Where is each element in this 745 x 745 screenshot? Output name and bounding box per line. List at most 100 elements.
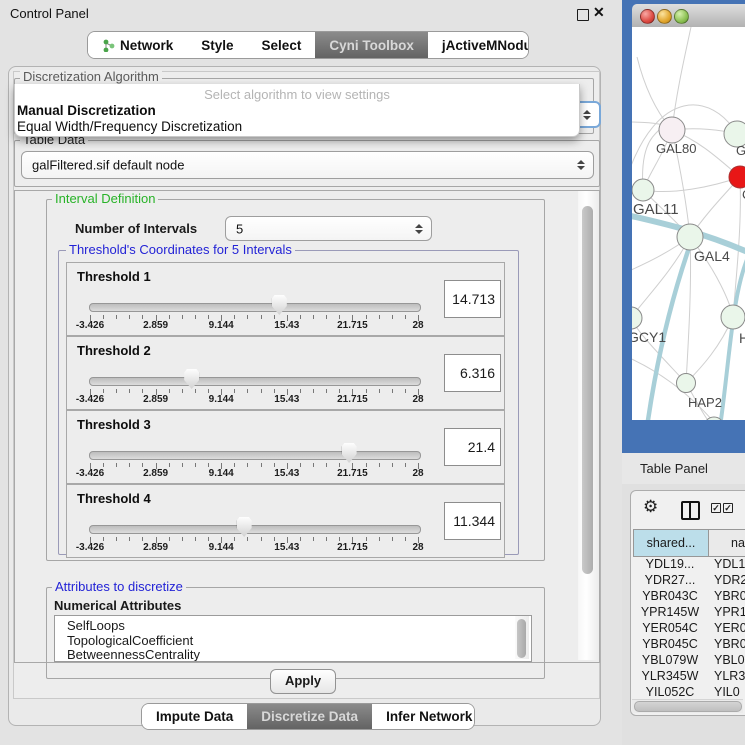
table-row[interactable]: YDR27...YDR2: [632, 573, 745, 589]
threshold-value-field[interactable]: 6.316: [444, 354, 501, 392]
table-row[interactable]: YDL19...YDL1: [632, 557, 745, 573]
tab-network[interactable]: Network: [88, 32, 187, 58]
tab-infer-network[interactable]: Infer Network: [372, 704, 475, 729]
numerical-attributes-label: Numerical Attributes: [54, 598, 181, 613]
slider-tick: [405, 463, 406, 467]
minimize-traffic-light-icon[interactable]: [657, 9, 672, 24]
network-canvas[interactable]: GAL80 G. C GAL11 GAL4 GCY1 H HAP2: [632, 27, 745, 420]
float-window-icon[interactable]: [577, 9, 589, 21]
slider-tick: [103, 389, 104, 393]
checkbox-icon[interactable]: ✓: [723, 503, 733, 513]
tab-cyni-toolbox[interactable]: Cyni Toolbox: [315, 32, 428, 58]
zoom-traffic-light-icon[interactable]: [674, 9, 689, 24]
horizontal-scrollbar-thumb[interactable]: [634, 701, 742, 712]
slider-tick-label: 2.859: [143, 320, 168, 331]
slider-thumb[interactable]: [184, 369, 199, 389]
slider-tick: [261, 537, 262, 541]
tab-select[interactable]: Select: [248, 32, 316, 58]
slider-tick: [261, 315, 262, 319]
slider-tick: [339, 463, 340, 467]
checkbox-icon[interactable]: ✓: [711, 503, 721, 513]
table-row[interactable]: YBR045CYBR0: [632, 637, 745, 653]
slider-track[interactable]: [89, 303, 421, 312]
table-row[interactable]: YBL079WYBL0: [632, 653, 745, 669]
slider-tick-label: 9.144: [209, 320, 234, 331]
screenshot-root: { "window": { "title": "Control Panel" }…: [0, 0, 745, 745]
slider-tick: [274, 389, 275, 393]
table-row[interactable]: YER054CYER0: [632, 621, 745, 637]
slider-tick: [208, 389, 209, 393]
cell-name: YPR1: [708, 605, 745, 621]
slider-tick: [379, 315, 380, 319]
cell-shared-name: YPR145W: [632, 605, 708, 621]
slider-tick: [339, 537, 340, 541]
slider-tick: [274, 315, 275, 319]
slider-thumb[interactable]: [272, 295, 287, 315]
column-header-name[interactable]: na: [708, 529, 745, 557]
slider-track[interactable]: [89, 451, 421, 460]
tab-jactivemnodules[interactable]: jActiveMNodules: [428, 32, 529, 58]
node-right-mid: [721, 305, 745, 329]
table-data-combobox[interactable]: galFiltered.sif default node: [21, 151, 594, 179]
cell-name: YIL0: [708, 685, 745, 698]
threshold-value-field[interactable]: 21.4: [444, 428, 501, 466]
slider-track[interactable]: [89, 525, 421, 534]
tab-impute-data[interactable]: Impute Data: [142, 704, 247, 729]
table-row[interactable]: YBR043CYBR0: [632, 589, 745, 605]
attribute-list-item-betweennesscentrality[interactable]: BetweennessCentrality: [67, 647, 200, 662]
slider-tick-label: 15.43: [274, 320, 299, 331]
slider-tick: [313, 315, 314, 319]
split-columns-icon[interactable]: [681, 501, 700, 520]
slider-tick: [326, 315, 327, 319]
vertical-scrollbar-thumb[interactable]: [582, 206, 593, 574]
column-header-shared-name[interactable]: shared...: [633, 529, 709, 557]
slider-tick: [313, 463, 314, 467]
threshold-value-field[interactable]: 11.344: [444, 502, 501, 540]
table-row[interactable]: YPR145WYPR1: [632, 605, 745, 621]
slider-tick: [379, 389, 380, 393]
table-row[interactable]: YIL052CYIL0: [632, 685, 745, 698]
slider-tick: [103, 463, 104, 467]
tab-label: Select: [262, 38, 302, 53]
slider-tick: [326, 389, 327, 393]
cell-name: YBR0: [708, 589, 745, 605]
slider-tick-label: 28: [412, 468, 423, 479]
slider-tick: [195, 315, 196, 319]
slider-tick: [366, 389, 367, 393]
dropdown-option-manual-discretization[interactable]: Manual Discretization: [17, 103, 156, 118]
node-label-gcy1: GCY1: [632, 329, 666, 345]
combo-arrows-icon: [577, 160, 585, 170]
tab-discretize-data[interactable]: Discretize Data: [247, 704, 372, 729]
number-of-intervals-combobox[interactable]: 5: [225, 216, 432, 241]
threshold-label: Threshold 4: [77, 491, 151, 506]
attribute-list-item-selfloops[interactable]: SelfLoops: [67, 618, 125, 633]
slider-thumb[interactable]: [342, 443, 357, 463]
combo-arrows-icon: [583, 110, 591, 120]
slider-track[interactable]: [89, 377, 421, 386]
numerical-attributes-list: SelfLoopsTopologicalCoefficientBetweenne…: [54, 615, 532, 662]
attributes-scrollbar-thumb[interactable]: [517, 619, 526, 658]
slider-tick: [379, 463, 380, 467]
tab-label: jActiveMNodules: [442, 38, 529, 53]
slider-tick: [247, 389, 248, 393]
slider-thumb[interactable]: [237, 517, 252, 537]
close-traffic-light-icon[interactable]: [640, 9, 655, 24]
slider-tick: [366, 537, 367, 541]
apply-button[interactable]: Apply: [270, 669, 336, 694]
slider-tick-label: 9.144: [209, 394, 234, 405]
table-row[interactable]: YLR345WYLR3: [632, 669, 745, 685]
tab-style[interactable]: Style: [187, 32, 247, 58]
dropdown-placeholder-option[interactable]: Select algorithm to view settings: [15, 87, 579, 102]
dropdown-option-equal-width-frequency[interactable]: Equal Width/Frequency Discretization: [17, 119, 242, 134]
cell-name: YBL0: [708, 653, 745, 669]
slider-tick: [247, 537, 248, 541]
close-icon[interactable]: ✕: [593, 4, 605, 21]
number-of-intervals-value: 5: [236, 221, 243, 236]
threshold-value-field[interactable]: 14.713: [444, 280, 501, 318]
attribute-list-item-topologicalcoefficient[interactable]: TopologicalCoefficient: [67, 633, 193, 648]
slider-tick: [234, 463, 235, 467]
network-window-titlebar[interactable]: [632, 4, 745, 28]
gear-icon[interactable]: ⚙: [643, 497, 658, 517]
node-label-g-partial: G.: [736, 143, 745, 158]
slider-tick: [182, 463, 183, 467]
